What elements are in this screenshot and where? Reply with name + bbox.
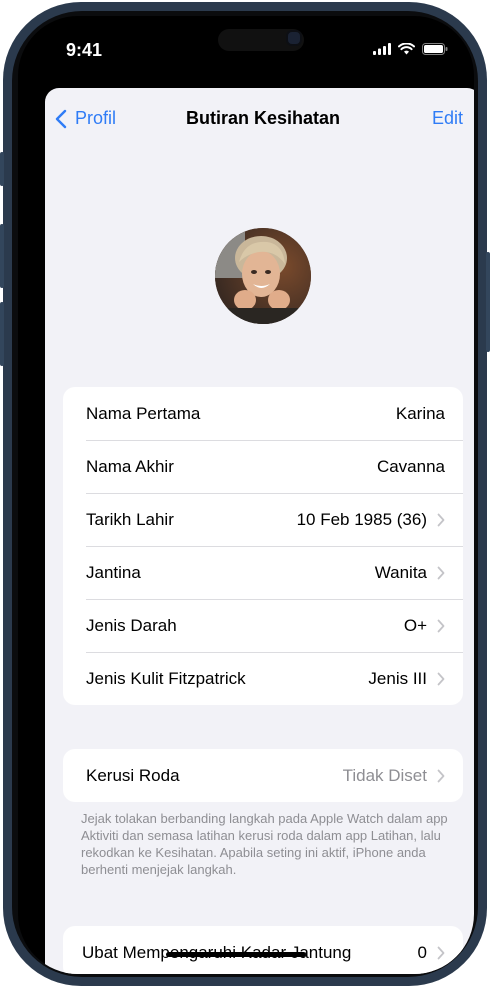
detail-row-sex[interactable]: Jantina Wanita [63,546,463,599]
row-value: Tidak Diset [342,765,427,785]
row-label: Tarikh Lahir [86,509,174,529]
personal-details-group: Nama Pertama Karina Nama Akhir Cavanna T… [63,387,463,705]
row-value: O+ [403,615,427,635]
wheelchair-footnote: Jejak tolakan berbanding langkah pada Ap… [81,811,448,877]
chevron-right-icon [437,672,445,685]
detail-row-last-name[interactable]: Nama Akhir Cavanna [63,440,463,493]
status-time: 9:41 [66,40,103,60]
wifi-icon [398,43,415,55]
detail-row-date-of-birth[interactable]: Tarikh Lahir 10 Feb 1985 (36) [63,493,463,546]
row-label: Jenis Darah [86,615,177,635]
chevron-right-icon [437,566,445,579]
row-value: 10 Feb 1985 (36) [296,509,427,529]
avatar [215,228,311,324]
detail-row-wheelchair[interactable]: Kerusi Roda Tidak Diset [63,749,463,802]
row-value: 0 [417,942,427,962]
front-camera [286,30,302,46]
detail-row-skin-type[interactable]: Jenis Kulit Fitzpatrick Jenis III [63,652,463,705]
row-label: Kerusi Roda [86,765,180,785]
row-value: Cavanna [376,456,445,476]
edit-button[interactable]: Edit [432,108,463,129]
row-label: Jantina [86,562,141,582]
side-button [486,252,490,352]
row-value: Karina [395,403,445,423]
row-value: Jenis III [368,668,427,688]
row-label: Jenis Kulit Fitzpatrick [86,668,246,688]
row-label: Nama Akhir [86,456,174,476]
row-value: Wanita [374,562,427,582]
chevron-right-icon [437,946,445,959]
volume-down-button [0,302,4,366]
page-title: Butiran Kesihatan [185,108,341,128]
row-label: Nama Pertama [86,403,201,423]
mute-switch [0,152,4,186]
wheelchair-group: Kerusi Roda Tidak Diset [63,749,463,802]
chevron-right-icon [437,769,445,782]
detail-row-first-name[interactable]: Nama Pertama Karina [63,387,463,440]
battery-icon [422,43,448,55]
chevron-right-icon [437,513,445,526]
health-details-sheet: Profil Butiran Kesihatan Edit Nama Perta… [45,88,474,974]
volume-up-button [0,224,4,288]
detail-row-medications[interactable]: Ubat Mempengaruhi Kadar Jantung 0 [63,926,463,974]
navigation-bar: Profil Butiran Kesihatan Edit [45,88,474,148]
chevron-right-icon [437,619,445,632]
status-icons [373,43,448,55]
profile-photo [215,228,311,324]
detail-row-blood-type[interactable]: Jenis Darah O+ [63,599,463,652]
medication-group: Ubat Mempengaruhi Kadar Jantung 0 [63,926,463,974]
home-indicator [166,952,306,957]
screen: 9:41 Profil Butiran Kesihatan Edit Nama … [18,16,474,974]
signal-icon [373,43,391,55]
status-bar: 9:41 [18,16,474,76]
